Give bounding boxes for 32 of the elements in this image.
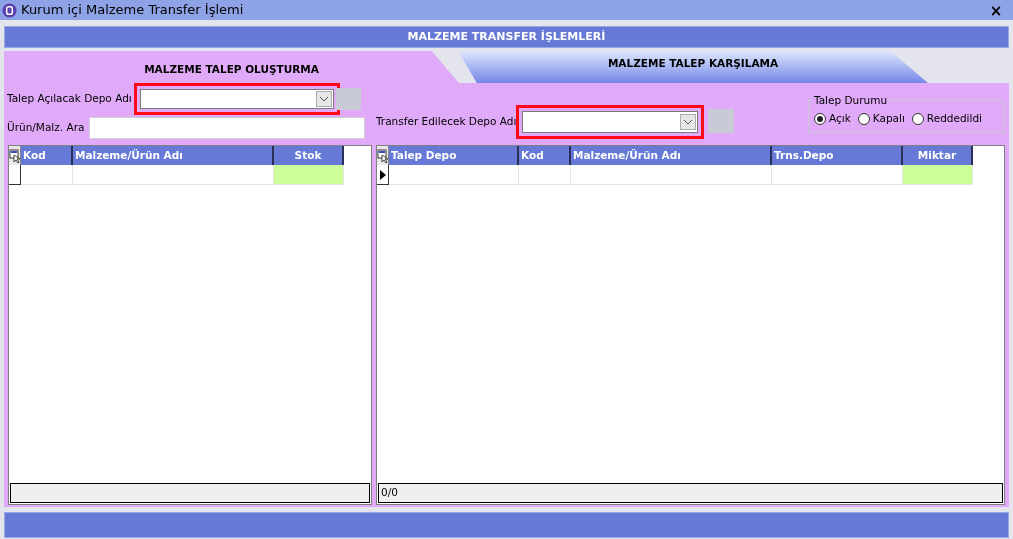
chevron-down-icon — [680, 114, 697, 130]
column-header[interactable]: Malzeme/Ürün Adı — [571, 146, 772, 165]
table-cell — [274, 165, 344, 185]
field-label: Ürün/Malz. Ara — [7, 120, 85, 136]
column-header[interactable]: Kod — [519, 146, 571, 165]
table-cell — [903, 165, 973, 185]
radio-button[interactable]: Reddedildi — [911, 110, 982, 127]
current-row-icon — [379, 169, 386, 180]
table-cell — [519, 165, 571, 185]
grid-footer: 0/0 — [378, 483, 1003, 503]
column-header[interactable]: Kod — [21, 146, 73, 165]
tab[interactable]: MALZEME TALEP KARŞILAMA — [458, 51, 928, 83]
column-header[interactable]: Miktar — [903, 146, 973, 165]
window-title: Kurum içi Malzeme Transfer İşlemi — [21, 1, 245, 20]
search-field[interactable] — [89, 117, 366, 139]
section-header: MALZEME TRANSFER İŞLEMLERİ — [4, 26, 1009, 48]
table-cell — [21, 165, 73, 185]
field-label: Transfer Edilecek Depo Adı — [376, 114, 517, 130]
column-header[interactable]: Trns.Depo — [772, 146, 903, 165]
tab[interactable]: MALZEME TALEP OLUŞTURMA — [4, 51, 459, 83]
depot-dropdown[interactable] — [522, 111, 699, 133]
radio-button[interactable]: Kapalı — [857, 110, 905, 127]
radio-button[interactable]: Açık — [814, 110, 851, 127]
field-label: Talep Açılacak Depo Adı — [7, 91, 132, 107]
column-header[interactable]: Talep Depo — [389, 146, 519, 165]
column-header[interactable]: Stok — [274, 146, 344, 165]
app-icon — [2, 2, 17, 18]
group-title: Talep Durumu — [813, 93, 889, 109]
column-header[interactable]: Malzeme/Ürün Adı — [73, 146, 274, 165]
close-button[interactable]: × — [981, 0, 1011, 20]
chevron-down-icon — [315, 91, 332, 107]
depot-dropdown[interactable] — [139, 89, 334, 109]
